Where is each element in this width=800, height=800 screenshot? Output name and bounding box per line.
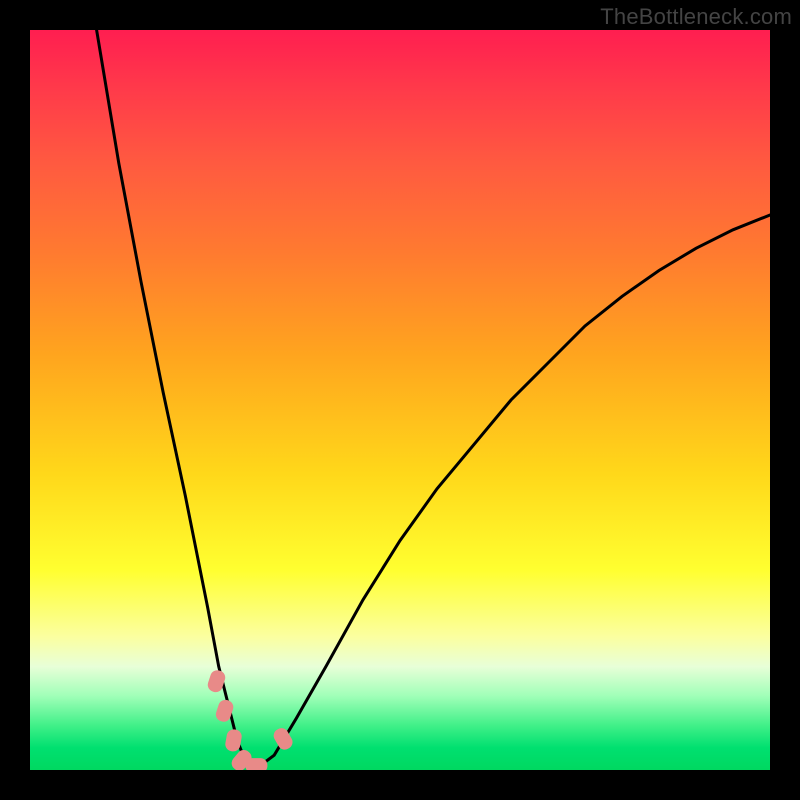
marker-dot bbox=[271, 726, 295, 753]
bottleneck-curve bbox=[97, 30, 770, 766]
marker-dot bbox=[245, 758, 267, 770]
plot-area bbox=[30, 30, 770, 770]
chart-frame: TheBottleneck.com bbox=[0, 0, 800, 800]
chart-svg bbox=[30, 30, 770, 770]
marker-layer bbox=[206, 668, 295, 770]
watermark-text: TheBottleneck.com bbox=[600, 4, 792, 30]
curve-layer bbox=[97, 30, 770, 766]
